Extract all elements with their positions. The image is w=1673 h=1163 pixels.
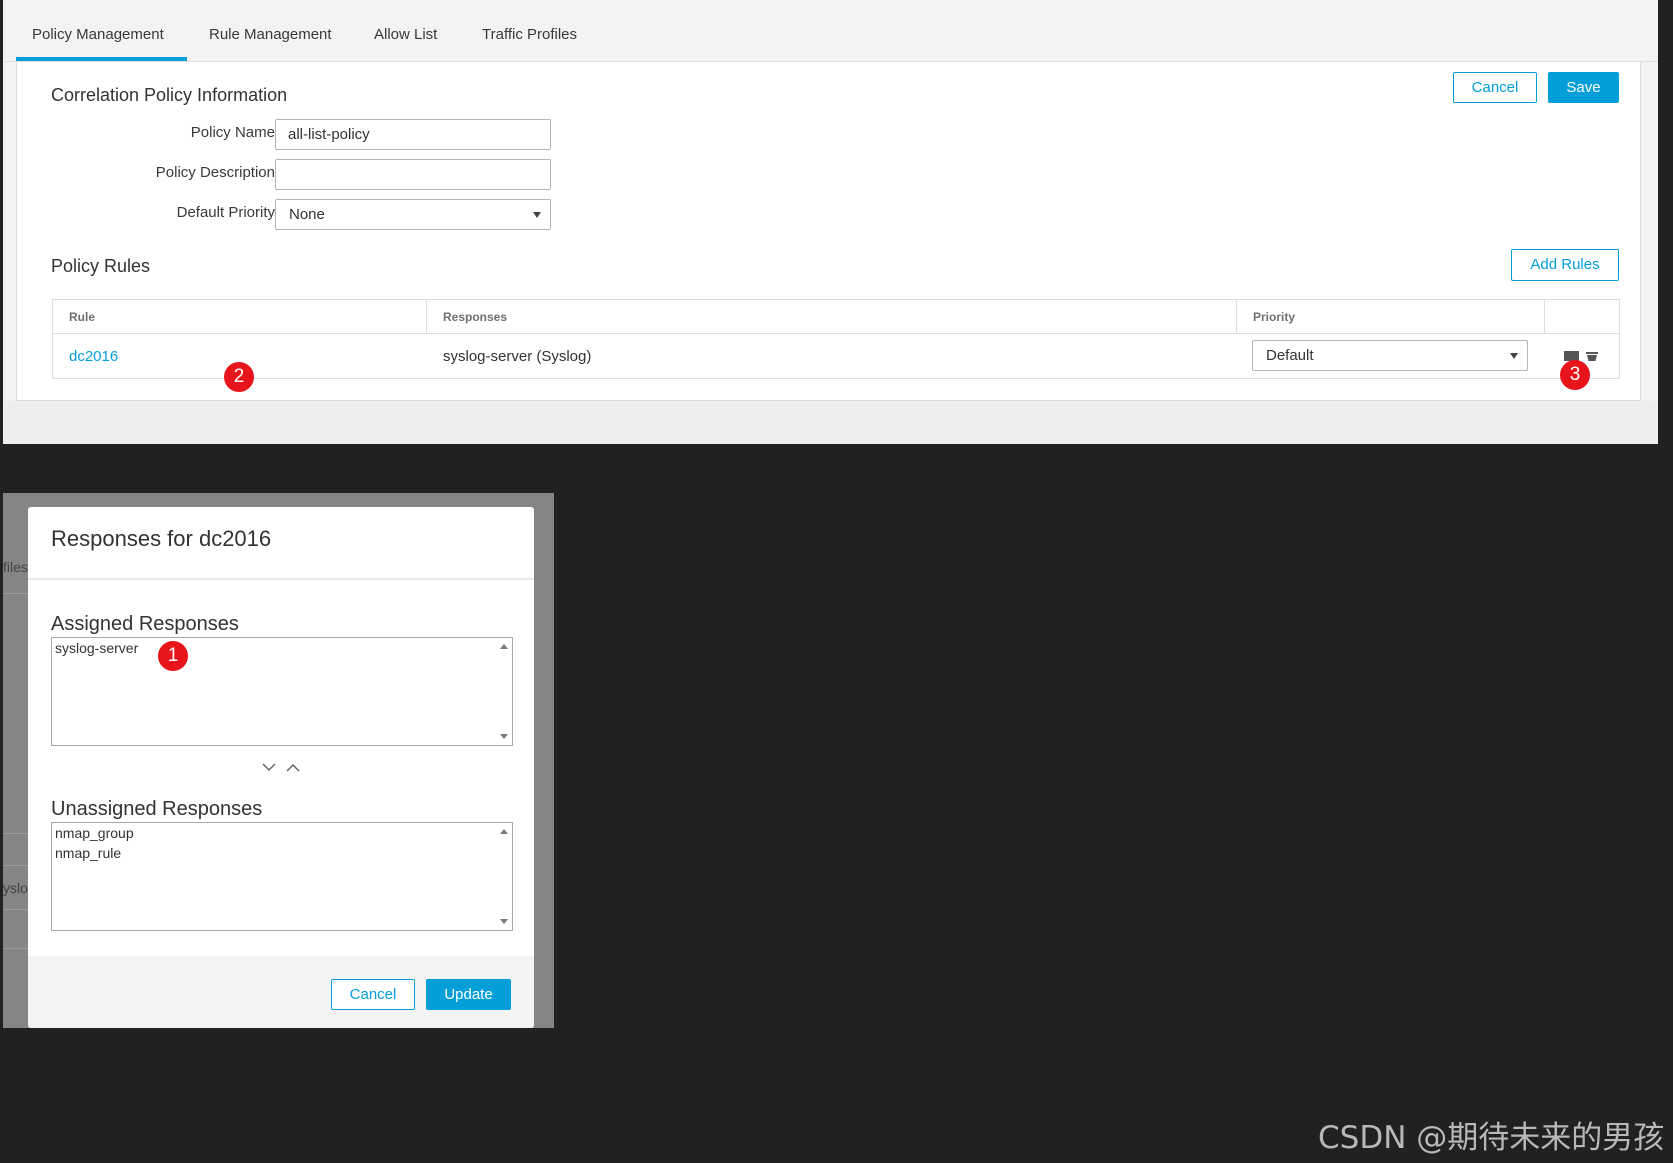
policy-description-label: Policy Description bbox=[155, 164, 275, 181]
modal-backdrop: files yslo Responses for dc2016 Assigned… bbox=[3, 493, 554, 1028]
rule-responses-cell: syslog-server (Syslog) bbox=[443, 348, 592, 365]
cancel-button[interactable]: Cancel bbox=[1453, 72, 1537, 103]
delete-rule-icon[interactable] bbox=[1586, 352, 1599, 364]
chevron-down-icon bbox=[533, 212, 541, 218]
background-cell-fragment: yslo bbox=[3, 880, 28, 896]
annotation-badge-3: 3 bbox=[1560, 360, 1590, 390]
move-down-icon[interactable] bbox=[262, 763, 276, 772]
policy-name-label: Policy Name bbox=[190, 124, 275, 141]
unassigned-responses-list[interactable]: nmap_group nmap_rule bbox=[51, 822, 513, 931]
update-button[interactable]: Update bbox=[426, 979, 511, 1010]
rule-link-dc2016[interactable]: dc2016 bbox=[69, 334, 118, 379]
background-tab-fragment: files bbox=[3, 559, 28, 575]
background-divider bbox=[3, 948, 29, 949]
panel-footer-strip bbox=[3, 401, 1658, 444]
list-item-nmap-group[interactable]: nmap_group bbox=[55, 825, 134, 841]
modal-footer: Cancel Update bbox=[28, 956, 534, 1028]
policy-rules-title: Policy Rules bbox=[51, 256, 151, 276]
rule-priority-select[interactable]: Default bbox=[1252, 340, 1528, 371]
background-divider bbox=[3, 593, 29, 594]
annotation-badge-2: 2 bbox=[224, 362, 254, 392]
tab-traffic-profiles[interactable]: Traffic Profiles bbox=[482, 26, 577, 43]
add-rules-button[interactable]: Add Rules bbox=[1511, 249, 1619, 281]
tab-bar: Policy Management Rule Management Allow … bbox=[3, 0, 1658, 62]
column-header-responses: Responses bbox=[427, 300, 1237, 334]
list-item-syslog-server[interactable]: syslog-server bbox=[55, 640, 138, 656]
policy-editor-panel: Policy Management Rule Management Allow … bbox=[3, 0, 1658, 444]
modal-header: Responses for dc2016 bbox=[28, 507, 534, 580]
active-tab-indicator bbox=[16, 57, 187, 61]
background-divider bbox=[3, 833, 29, 834]
scroll-down-icon[interactable] bbox=[500, 734, 508, 739]
rule-priority-value: Default bbox=[1266, 347, 1314, 364]
column-header-rule: Rule bbox=[53, 300, 427, 334]
watermark-text: CSDN @期待未来的男孩 bbox=[1318, 1120, 1665, 1156]
list-item-nmap-rule[interactable]: nmap_rule bbox=[55, 845, 121, 861]
move-up-icon[interactable] bbox=[286, 763, 300, 772]
policy-content-card: Correlation Policy Information Cancel Sa… bbox=[16, 62, 1641, 401]
policy-rules-table: Rule Responses Priority dc2016 syslog-se… bbox=[52, 299, 1620, 379]
policy-name-input[interactable]: all-list-policy bbox=[275, 119, 551, 150]
policy-description-input[interactable] bbox=[275, 159, 551, 190]
scroll-down-icon[interactable] bbox=[500, 919, 508, 924]
modal-title: Responses for dc2016 bbox=[51, 526, 272, 551]
table-header: Rule Responses Priority bbox=[53, 300, 1619, 334]
assigned-responses-title: Assigned Responses bbox=[51, 613, 239, 635]
chevron-down-icon bbox=[1510, 353, 1518, 359]
column-header-actions bbox=[1545, 300, 1619, 334]
tab-allow-list[interactable]: Allow List bbox=[374, 26, 437, 43]
background-divider bbox=[3, 865, 29, 866]
responses-modal: Responses for dc2016 Assigned Responses … bbox=[28, 507, 534, 1028]
policy-info-title: Correlation Policy Information bbox=[51, 85, 288, 105]
modal-cancel-button[interactable]: Cancel bbox=[331, 979, 415, 1010]
default-priority-label: Default Priority bbox=[176, 204, 275, 221]
unassigned-responses-title: Unassigned Responses bbox=[51, 798, 263, 820]
tab-policy-management[interactable]: Policy Management bbox=[32, 26, 164, 43]
assigned-responses-list[interactable]: syslog-server bbox=[51, 637, 513, 746]
tab-rule-management[interactable]: Rule Management bbox=[209, 26, 332, 43]
scroll-up-icon[interactable] bbox=[500, 829, 508, 834]
annotation-badge-1: 1 bbox=[158, 641, 188, 671]
background-divider bbox=[3, 909, 29, 910]
scroll-up-icon[interactable] bbox=[500, 644, 508, 649]
column-header-priority: Priority bbox=[1237, 300, 1545, 334]
save-button[interactable]: Save bbox=[1548, 72, 1619, 103]
default-priority-select[interactable]: None bbox=[275, 199, 551, 230]
default-priority-value: None bbox=[289, 206, 325, 223]
